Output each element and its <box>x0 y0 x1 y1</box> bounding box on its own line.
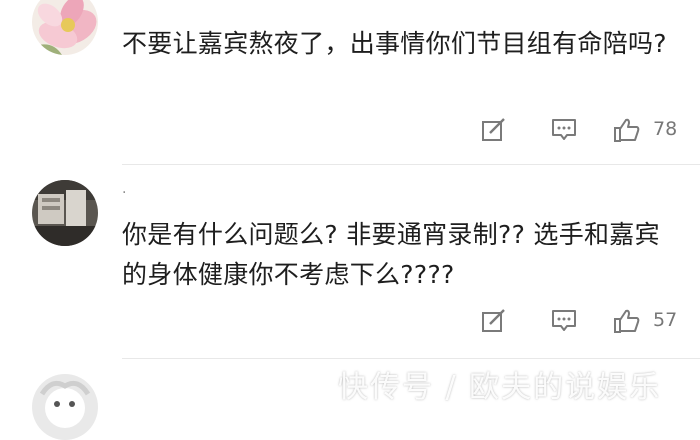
comment-text: 你是有什么问题么? 非要通宵录制?? 选手和嘉宾的身体健康你不考虑下么???? <box>122 220 660 289</box>
comment-actions: 78 <box>470 115 700 145</box>
comment-icon[interactable] <box>550 117 578 143</box>
comment-actions: 57 <box>470 306 700 336</box>
comment-text: 不要让嘉宾熬夜了，出事情你们节目组有命陪吗? <box>122 29 667 58</box>
comment-item: 不要让嘉宾熬夜了，出事情你们节目组有命陪吗? 78 <box>0 0 700 165</box>
comment-item: · 你是有什么问题么? 非要通宵录制?? 选手和嘉宾的身体健康你不考虑下么???… <box>0 165 700 359</box>
edit-icon[interactable] <box>480 308 508 334</box>
like-count: 78 <box>653 118 678 140</box>
avatar[interactable] <box>32 180 98 246</box>
thumbs-up-icon[interactable] <box>613 308 641 334</box>
thumbs-up-icon[interactable] <box>613 117 641 143</box>
watermark: 快传号 / 欧夫的说娱乐 <box>338 370 662 405</box>
avatar[interactable] <box>32 374 98 440</box>
comment-icon[interactable] <box>550 308 578 334</box>
username[interactable]: · <box>122 185 126 201</box>
like-count: 57 <box>653 309 678 331</box>
edit-icon[interactable] <box>480 117 508 143</box>
avatar[interactable] <box>32 0 98 55</box>
